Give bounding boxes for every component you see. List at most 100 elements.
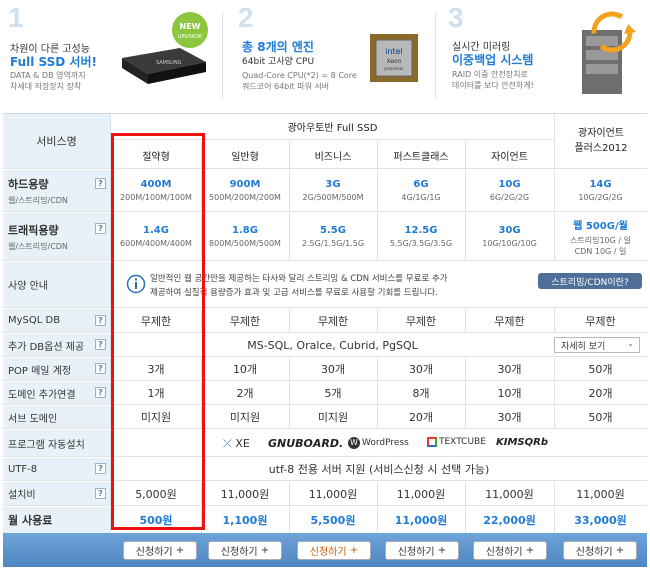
cell-value: 12.5G [404, 225, 438, 236]
gnuboard-logo: GNUBOARD. [268, 437, 344, 450]
service-name-header: 서비스명 [3, 114, 111, 168]
cell-value: 1개 [147, 387, 165, 400]
table-row-spec: 사양 안내 일반적인 웹 공간만을 제공하는 타사와 달리 스트리밍 & CDN… [3, 262, 647, 308]
cell-value: utf-8 전용 서버 지원 (서비스신청 시 선택 가능) [268, 463, 490, 476]
apply-button-business[interactable]: 신청하기 + [297, 541, 371, 560]
cell-value: 30개 [497, 363, 522, 376]
cell-value: 1.8G [232, 225, 258, 236]
help-icon[interactable]: ? [95, 178, 106, 189]
cell-value: 1,100원 [222, 514, 268, 527]
cell-value: 11,000원 [396, 487, 446, 501]
svg-text:processor: processor [384, 66, 404, 71]
cell-value: 3G [325, 179, 341, 190]
cell-value: 무제한 [494, 314, 525, 328]
plus-icon: + [349, 545, 359, 556]
table-row-monthly-fee: 월 사용료 500원 1,100원 5,500원 11,000원 22,000원… [3, 507, 647, 533]
apply-button-general[interactable]: 신청하기 + [208, 541, 282, 560]
banner-divider [435, 12, 436, 98]
cell-value: 11,000원 [576, 487, 625, 501]
feature-tagline: 64bit 고사양 CPU [242, 57, 315, 67]
table-header: 서비스명 광아우토반 Full SSD 광자이언트 플러스2012 절약형 일반… [3, 113, 647, 170]
cell-value: 11,000원 [485, 487, 534, 501]
row-label: 사양 안내 [3, 262, 111, 307]
svg-text:intel: intel [385, 47, 403, 56]
group-header: 광아우토반 Full SSD [111, 114, 554, 140]
cell-value: 무제한 [140, 314, 172, 328]
plan-header-client: 광자이언트 플러스2012 [554, 114, 647, 168]
feature-ssd: 1 차원이 다른 고성능 Full SSD 서버! DATA & DB 영역까지… [0, 0, 215, 110]
cell-value: 11,000원 [308, 487, 358, 501]
table-row-pop: POP 메일 계정? 3개 10개 30개 30개 30개 50개 [3, 358, 647, 381]
help-icon[interactable]: ? [95, 223, 106, 234]
table-row-autoinstall: 프로그램 자동설치 ⤫ XE GNUBOARD. W WordPress TEXT… [3, 430, 647, 457]
cell-value: 5,500원 [310, 514, 356, 527]
table-row-traffic: 트래픽용량 웹/스트리밍/CDN ? 1.4G 600M/400M/400M 1.… [3, 213, 647, 261]
help-icon[interactable]: ? [95, 387, 106, 398]
plus-icon: + [260, 545, 270, 556]
cell-value: 50개 [588, 411, 613, 424]
apply-button-client[interactable]: 신청하기 + [563, 541, 637, 560]
cell-value: 5,000원 [135, 487, 177, 501]
server-backup-icon [582, 11, 636, 94]
plus-icon: + [175, 545, 185, 556]
help-icon[interactable]: ? [95, 315, 106, 326]
row-label: 트래픽용량 웹/스트리밍/CDN ? [3, 213, 111, 260]
xe-logo: ⤫ XE [223, 437, 250, 450]
streaming-cdn-info-button[interactable]: 스트리밍/CDN이란? [538, 273, 642, 289]
feature-backup: 3 실시간 미러링 이중백업 시스템 RAID 이중 안전장치로 데이터를 보다… [440, 0, 650, 110]
textcube-logo: TEXTCUBE [427, 437, 486, 447]
spec-notice-line1: 일반적인 웹 공간만을 제공하는 타사와 달리 스트리밍 & CDN 서비스를 … [150, 274, 448, 284]
cell-value: 50개 [588, 363, 613, 376]
table-row-subdomain: 서브 도메인 미지원 미지원 미지원 20개 30개 50개 [3, 406, 647, 429]
cell-value: MS-SQL, Oralce, Cubrid, PgSQL [247, 338, 418, 352]
table-row-domain: 도메인 추가연결? 1개 2개 5개 8개 10개 20개 [3, 382, 647, 405]
cell-value: 30개 [320, 363, 346, 376]
feature-cpu: 2 총 8개의 엔진 64bit 고사양 CPU Quad-Core CPU(*… [226, 0, 431, 110]
cell-value: 30개 [497, 411, 522, 424]
cell-value: 10G [498, 179, 521, 190]
help-icon[interactable]: ? [95, 488, 106, 499]
apply-button-first-class[interactable]: 신청하기 + [385, 541, 459, 560]
cell-value: 무제한 [585, 314, 616, 328]
cell-value: 30G [498, 225, 521, 236]
banner-divider [222, 12, 223, 98]
feature-number: 3 [448, 2, 464, 33]
row-label: POP 메일 계정? [3, 358, 111, 380]
feature-desc: RAID 이중 안전장치로 [452, 70, 528, 79]
cell-value: 무제한 [317, 314, 349, 328]
plan-header-first-class: 퍼스트클래스 [393, 152, 449, 163]
cell-value: 8개 [412, 387, 430, 400]
svg-text:NEW: NEW [180, 22, 201, 31]
plan-header-saving: 절약형 [142, 152, 170, 163]
svg-text:UPGRADE: UPGRADE [178, 34, 202, 40]
help-icon[interactable]: ? [95, 363, 106, 374]
cell-value: 10개 [232, 363, 258, 376]
feature-title: Full SSD 서버! [10, 55, 97, 69]
cell-value: 900M [229, 179, 261, 190]
wordpress-logo: W WordPress [348, 437, 409, 449]
plus-icon: + [437, 545, 447, 556]
svg-text:Xeon: Xeon [386, 58, 401, 65]
plan-header-business: 비즈니스 [314, 152, 352, 163]
plan-header-general: 일반형 [231, 152, 259, 163]
help-icon[interactable]: ? [95, 339, 106, 350]
cell-value: 1.4G [143, 225, 169, 236]
apply-button-saving[interactable]: 신청하기 + [123, 541, 197, 560]
cell-value: 33,000원 [574, 514, 627, 527]
row-label: 서브 도메인 [3, 406, 111, 428]
cell-value: 22,000원 [483, 514, 536, 527]
promo-banner: 1 차원이 다른 고성능 Full SSD 서버! DATA & DB 영역까지… [0, 0, 650, 110]
row-label: 프로그램 자동설치 [3, 430, 111, 456]
cell-value: 미지원 [140, 411, 172, 424]
apply-bar: 신청하기 + 신청하기 + 신청하기 + 신청하기 + 신청하기 + 신청하기 … [3, 533, 647, 567]
table-row-mysql: MySQL DB? 무제한 무제한 무제한 무제한 무제한 무제한 [3, 309, 647, 333]
feature-desc: 쿼드코어 64bit 파워 서버 [242, 82, 330, 91]
detail-select[interactable]: 자세히 보기 ⌄ [554, 337, 640, 353]
cell-value: 무제한 [229, 314, 261, 328]
row-label: 도메인 추가연결? [3, 382, 111, 404]
cpu-image: intel Xeon processor [370, 34, 418, 82]
help-icon[interactable]: ? [95, 463, 106, 474]
apply-button-giant[interactable]: 신청하기 + [473, 541, 547, 560]
cell-value: 2개 [236, 387, 254, 400]
row-label: MySQL DB? [3, 309, 111, 332]
